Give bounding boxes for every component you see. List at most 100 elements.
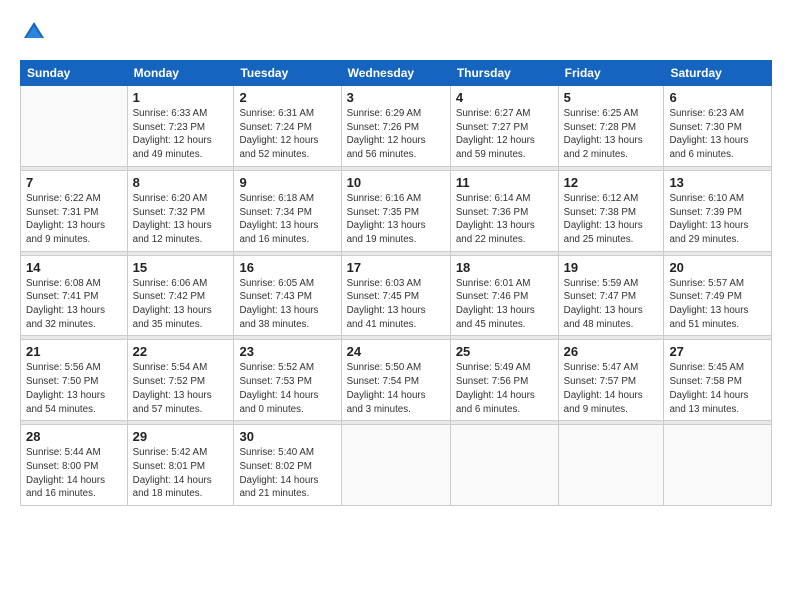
day-cell [664, 425, 772, 506]
day-info: Sunrise: 5:57 AM Sunset: 7:49 PM Dayligh… [669, 277, 766, 332]
day-info: Sunrise: 5:40 AM Sunset: 8:02 PM Dayligh… [239, 446, 335, 501]
week-row-3: 14 Sunrise: 6:08 AM Sunset: 7:41 PM Dayli… [21, 255, 772, 336]
day-cell: 28Sunrise: 5:44 AM Sunset: 8:00 PM Dayli… [21, 425, 128, 506]
day-info: Sunrise: 5:56 AM Sunset: 7:50 PM Dayligh… [26, 361, 122, 416]
day-cell: 21 Sunrise: 5:56 AM Sunset: 7:50 PM Dayli… [21, 340, 128, 421]
day-number: 27 [669, 344, 766, 359]
day-number: 17 [347, 260, 445, 275]
day-number: 18 [456, 260, 553, 275]
day-info: Sunrise: 6:31 AM Sunset: 7:24 PM Dayligh… [239, 107, 335, 162]
day-number: 10 [347, 175, 445, 190]
day-cell: 9 Sunrise: 6:18 AM Sunset: 7:34 PM Daylig… [234, 170, 341, 251]
day-cell: 30 Sunrise: 5:40 AM Sunset: 8:02 PM Dayli… [234, 425, 341, 506]
day-cell: 13 Sunrise: 6:10 AM Sunset: 7:39 PM Dayli… [664, 170, 772, 251]
day-cell: 17 Sunrise: 6:03 AM Sunset: 7:45 PM Dayli… [341, 255, 450, 336]
header [20, 18, 772, 46]
day-info: Sunrise: 5:50 AM Sunset: 7:54 PM Dayligh… [347, 361, 445, 416]
day-info: Sunrise: 5:49 AM Sunset: 7:56 PM Dayligh… [456, 361, 553, 416]
day-info: Sunrise: 6:08 AM Sunset: 7:41 PM Dayligh… [26, 277, 122, 332]
day-cell [558, 425, 664, 506]
day-number: 11 [456, 175, 553, 190]
day-cell: 20 Sunrise: 5:57 AM Sunset: 7:49 PM Dayli… [664, 255, 772, 336]
day-number: 25 [456, 344, 553, 359]
weekday-header-row: SundayMondayTuesdayWednesdayThursdayFrid… [21, 61, 772, 86]
week-row-4: 21 Sunrise: 5:56 AM Sunset: 7:50 PM Dayli… [21, 340, 772, 421]
day-cell [21, 86, 128, 167]
day-number: 23 [239, 344, 335, 359]
day-cell [450, 425, 558, 506]
day-info: Sunrise: 5:54 AM Sunset: 7:52 PM Dayligh… [133, 361, 229, 416]
day-number: 15 [133, 260, 229, 275]
day-number: 26 [564, 344, 659, 359]
day-number: 20 [669, 260, 766, 275]
day-cell: 22 Sunrise: 5:54 AM Sunset: 7:52 PM Dayli… [127, 340, 234, 421]
day-cell: 5 Sunrise: 6:25 AM Sunset: 7:28 PM Daylig… [558, 86, 664, 167]
day-number: 21 [26, 344, 122, 359]
day-info: Sunrise: 5:44 AM Sunset: 8:00 PM Dayligh… [26, 446, 122, 501]
day-number: 12 [564, 175, 659, 190]
day-number: 1 [133, 90, 229, 105]
day-info: Sunrise: 6:16 AM Sunset: 7:35 PM Dayligh… [347, 192, 445, 247]
day-number: 30 [239, 429, 335, 444]
day-number: 9 [239, 175, 335, 190]
day-info: Sunrise: 6:14 AM Sunset: 7:36 PM Dayligh… [456, 192, 553, 247]
week-row-1: 1 Sunrise: 6:33 AM Sunset: 7:23 PM Daylig… [21, 86, 772, 167]
day-number: 22 [133, 344, 229, 359]
day-number: 29 [133, 429, 229, 444]
logo-icon [20, 18, 48, 46]
day-cell: 4Sunrise: 6:27 AM Sunset: 7:27 PM Daylig… [450, 86, 558, 167]
day-cell: 19 Sunrise: 5:59 AM Sunset: 7:47 PM Dayli… [558, 255, 664, 336]
day-cell: 23Sunrise: 5:52 AM Sunset: 7:53 PM Dayli… [234, 340, 341, 421]
day-info: Sunrise: 6:01 AM Sunset: 7:46 PM Dayligh… [456, 277, 553, 332]
day-number: 14 [26, 260, 122, 275]
day-info: Sunrise: 6:25 AM Sunset: 7:28 PM Dayligh… [564, 107, 659, 162]
day-info: Sunrise: 6:22 AM Sunset: 7:31 PM Dayligh… [26, 192, 122, 247]
day-number: 8 [133, 175, 229, 190]
day-info: Sunrise: 6:20 AM Sunset: 7:32 PM Dayligh… [133, 192, 229, 247]
day-info: Sunrise: 6:18 AM Sunset: 7:34 PM Dayligh… [239, 192, 335, 247]
day-info: Sunrise: 6:33 AM Sunset: 7:23 PM Dayligh… [133, 107, 229, 162]
day-cell [341, 425, 450, 506]
day-number: 24 [347, 344, 445, 359]
day-info: Sunrise: 6:27 AM Sunset: 7:27 PM Dayligh… [456, 107, 553, 162]
day-number: 6 [669, 90, 766, 105]
day-cell: 14 Sunrise: 6:08 AM Sunset: 7:41 PM Dayli… [21, 255, 128, 336]
day-info: Sunrise: 6:29 AM Sunset: 7:26 PM Dayligh… [347, 107, 445, 162]
day-cell: 15 Sunrise: 6:06 AM Sunset: 7:42 PM Dayli… [127, 255, 234, 336]
day-cell: 8 Sunrise: 6:20 AM Sunset: 7:32 PM Daylig… [127, 170, 234, 251]
day-cell: 11 Sunrise: 6:14 AM Sunset: 7:36 PM Dayli… [450, 170, 558, 251]
day-info: Sunrise: 6:03 AM Sunset: 7:45 PM Dayligh… [347, 277, 445, 332]
week-row-2: 7 Sunrise: 6:22 AM Sunset: 7:31 PM Daylig… [21, 170, 772, 251]
day-cell: 26 Sunrise: 5:47 AM Sunset: 7:57 PM Dayli… [558, 340, 664, 421]
day-number: 7 [26, 175, 122, 190]
day-number: 19 [564, 260, 659, 275]
calendar-table: SundayMondayTuesdayWednesdayThursdayFrid… [20, 60, 772, 506]
day-cell: 12Sunrise: 6:12 AM Sunset: 7:38 PM Dayli… [558, 170, 664, 251]
page: SundayMondayTuesdayWednesdayThursdayFrid… [0, 0, 792, 612]
day-cell: 3 Sunrise: 6:29 AM Sunset: 7:26 PM Daylig… [341, 86, 450, 167]
day-info: Sunrise: 6:05 AM Sunset: 7:43 PM Dayligh… [239, 277, 335, 332]
day-cell: 10 Sunrise: 6:16 AM Sunset: 7:35 PM Dayli… [341, 170, 450, 251]
day-info: Sunrise: 6:23 AM Sunset: 7:30 PM Dayligh… [669, 107, 766, 162]
day-number: 5 [564, 90, 659, 105]
weekday-saturday: Saturday [664, 61, 772, 86]
day-info: Sunrise: 5:59 AM Sunset: 7:47 PM Dayligh… [564, 277, 659, 332]
day-cell: 27Sunrise: 5:45 AM Sunset: 7:58 PM Dayli… [664, 340, 772, 421]
logo [20, 18, 54, 46]
weekday-monday: Monday [127, 61, 234, 86]
day-info: Sunrise: 6:06 AM Sunset: 7:42 PM Dayligh… [133, 277, 229, 332]
day-number: 3 [347, 90, 445, 105]
day-cell: 29 Sunrise: 5:42 AM Sunset: 8:01 PM Dayli… [127, 425, 234, 506]
day-info: Sunrise: 5:42 AM Sunset: 8:01 PM Dayligh… [133, 446, 229, 501]
day-cell: 7 Sunrise: 6:22 AM Sunset: 7:31 PM Daylig… [21, 170, 128, 251]
day-number: 13 [669, 175, 766, 190]
day-cell: 6 Sunrise: 6:23 AM Sunset: 7:30 PM Daylig… [664, 86, 772, 167]
day-info: Sunrise: 6:10 AM Sunset: 7:39 PM Dayligh… [669, 192, 766, 247]
weekday-wednesday: Wednesday [341, 61, 450, 86]
weekday-thursday: Thursday [450, 61, 558, 86]
weekday-friday: Friday [558, 61, 664, 86]
day-info: Sunrise: 5:47 AM Sunset: 7:57 PM Dayligh… [564, 361, 659, 416]
weekday-tuesday: Tuesday [234, 61, 341, 86]
day-cell: 16Sunrise: 6:05 AM Sunset: 7:43 PM Dayli… [234, 255, 341, 336]
day-number: 2 [239, 90, 335, 105]
